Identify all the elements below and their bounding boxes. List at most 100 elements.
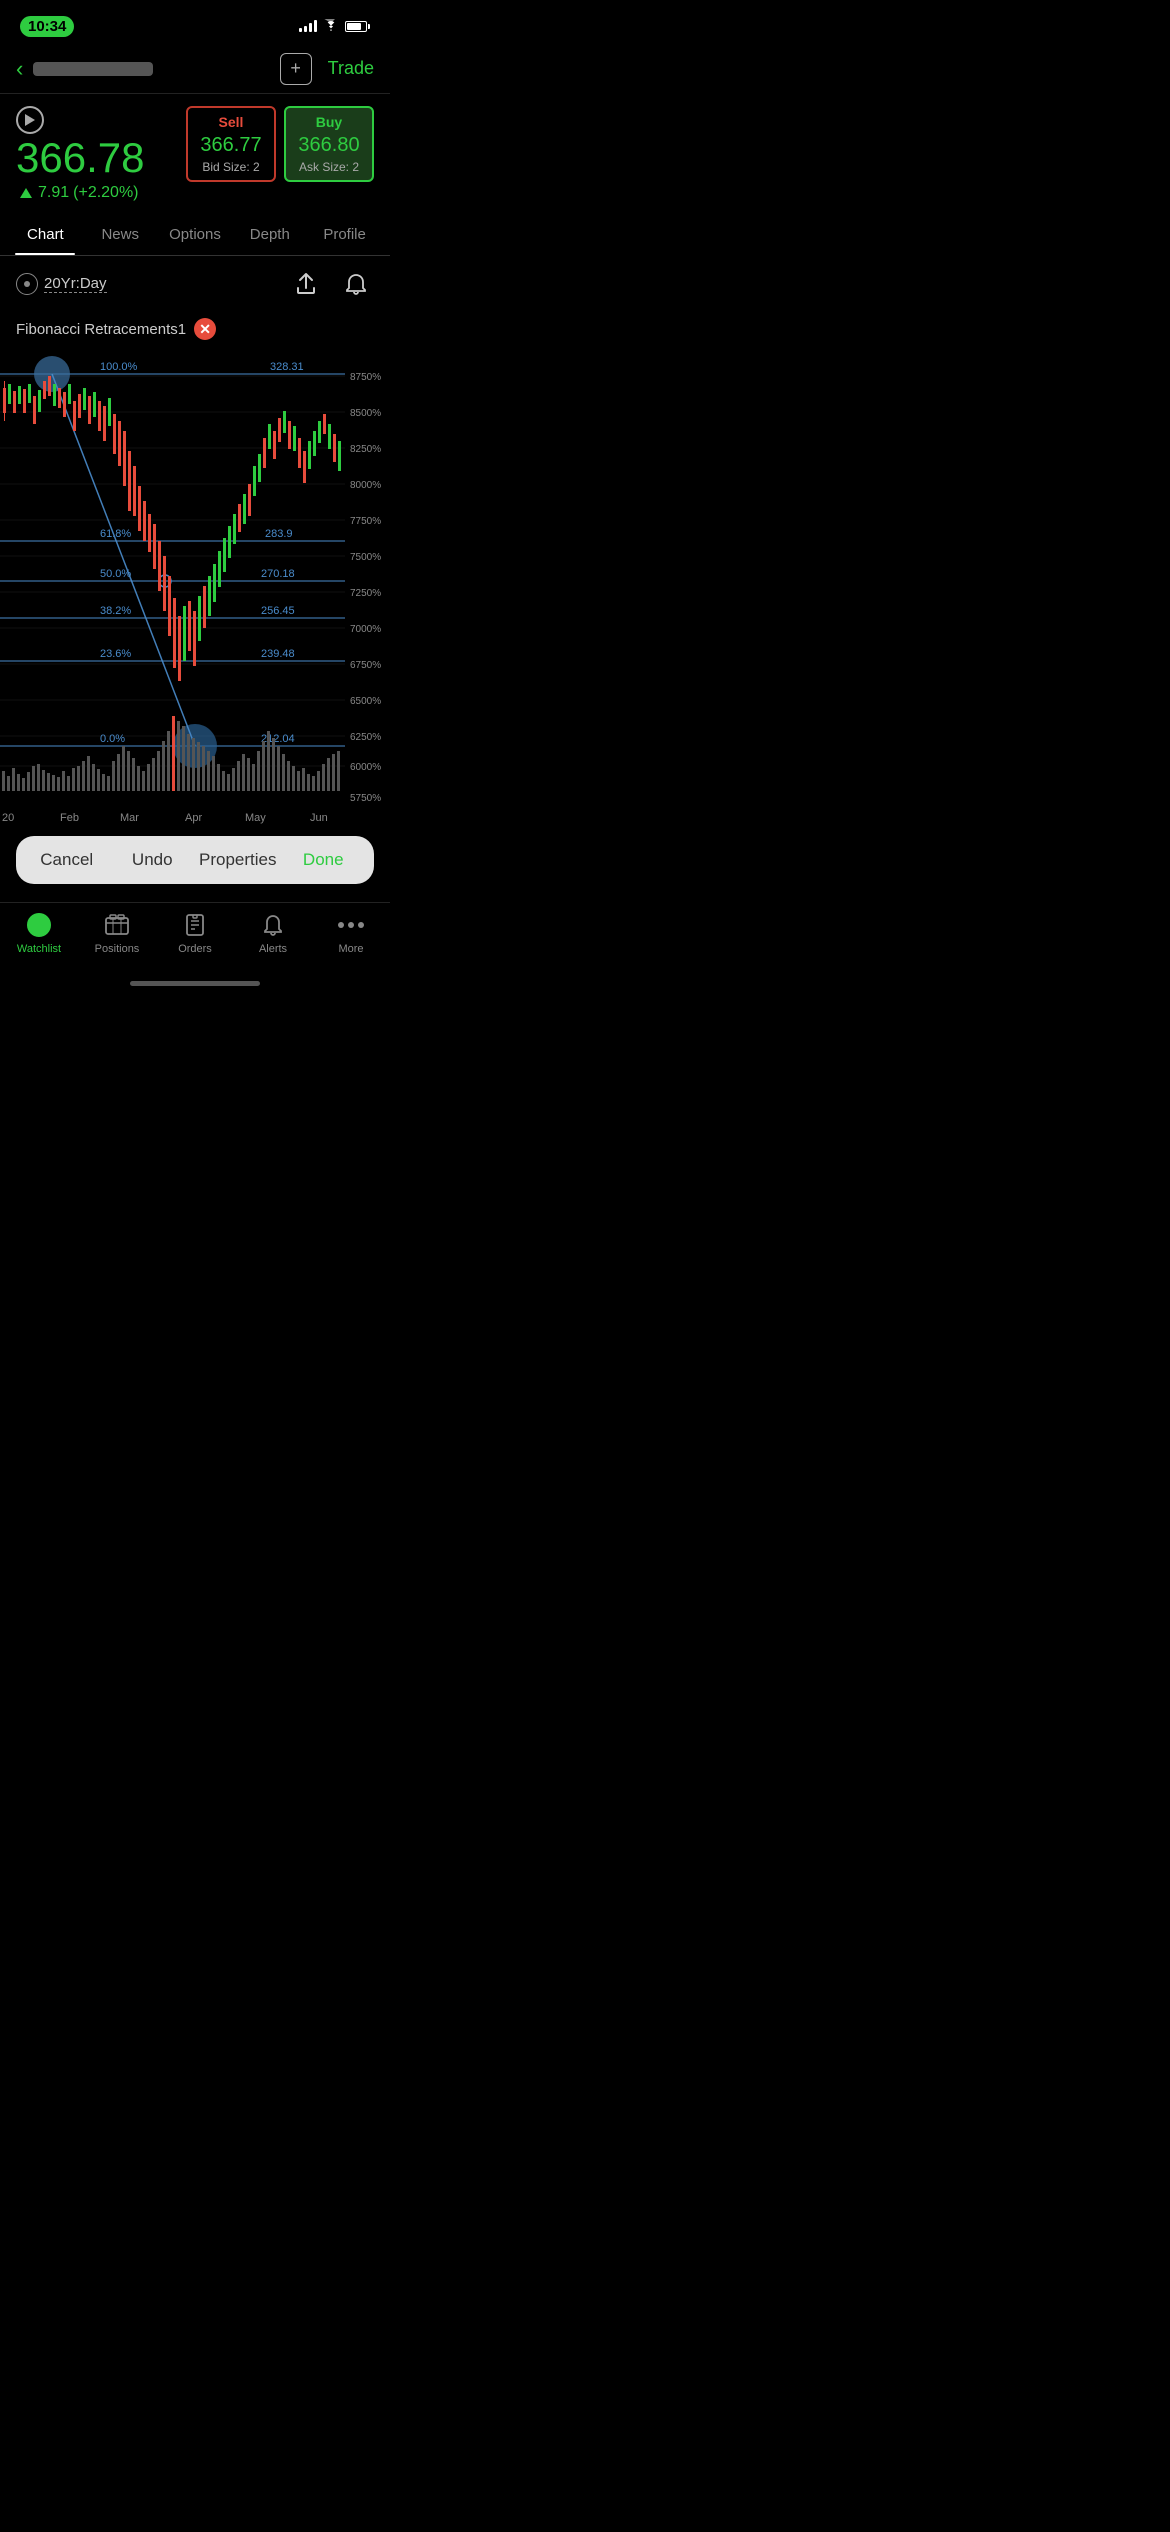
svg-text:256.45: 256.45	[261, 605, 295, 617]
svg-text:Mar: Mar	[120, 812, 139, 824]
price-right: Sell 366.77 Bid Size: 2 Buy 366.80 Ask S…	[186, 106, 374, 182]
price-left: 366.78 7.91 (+2.20%)	[16, 106, 174, 202]
svg-text:283.9: 283.9	[265, 528, 293, 540]
svg-text:6750%: 6750%	[350, 660, 381, 671]
sell-price: 366.77	[200, 134, 262, 157]
alerts-label: Alerts	[259, 943, 287, 955]
svg-text:0.0%: 0.0%	[100, 733, 125, 745]
period-icon	[16, 273, 38, 295]
ticker-name	[33, 62, 153, 76]
nav-orders[interactable]: Orders	[156, 911, 234, 955]
trade-button[interactable]: Trade	[328, 58, 374, 79]
period-label: 20Yr:Day	[44, 275, 107, 293]
main-price: 366.78	[16, 134, 144, 181]
buy-price: 366.80	[298, 134, 360, 157]
price-section: 366.78 7.91 (+2.20%) Sell 366.77 Bid Siz…	[0, 94, 390, 214]
tab-chart[interactable]: Chart	[8, 214, 83, 255]
cancel-button[interactable]: Cancel	[24, 846, 110, 874]
chart-actions	[288, 266, 374, 302]
svg-text:20: 20	[2, 812, 14, 824]
chart-svg: 8750% 8500% 8250% 8000% 7750% 7500% 7250…	[0, 346, 390, 826]
more-icon	[337, 911, 365, 939]
positions-label: Positions	[95, 943, 140, 955]
status-time: 10:34	[20, 16, 74, 37]
svg-text:212.04: 212.04	[261, 733, 295, 745]
orders-label: Orders	[178, 943, 212, 955]
chart-area[interactable]: 8750% 8500% 8250% 8000% 7750% 7500% 7250…	[0, 346, 390, 826]
chart-header: 20Yr:Day	[0, 256, 390, 312]
svg-text:Feb: Feb	[60, 812, 79, 824]
orders-icon	[181, 911, 209, 939]
svg-text:270.18: 270.18	[261, 568, 295, 580]
tab-options[interactable]: Options	[158, 214, 233, 255]
svg-text:328.31: 328.31	[270, 361, 304, 373]
properties-button[interactable]: Properties	[195, 846, 281, 874]
home-indicator	[0, 975, 390, 990]
svg-text:6000%: 6000%	[350, 762, 381, 773]
bottom-toolbar-container: Cancel Undo Properties Done	[0, 826, 390, 894]
nav-alerts[interactable]: Alerts	[234, 911, 312, 955]
svg-text:7750%: 7750%	[350, 516, 381, 527]
battery-icon	[345, 21, 370, 32]
tab-depth[interactable]: Depth	[232, 214, 307, 255]
watchlist-label: Watchlist	[17, 943, 61, 955]
positions-icon	[103, 911, 131, 939]
svg-text:7000%: 7000%	[350, 624, 381, 635]
svg-text:23.6%: 23.6%	[100, 648, 131, 660]
svg-text:7500%: 7500%	[350, 552, 381, 563]
change-amount: 7.91	[38, 184, 69, 202]
change-pct: (+2.20%)	[73, 184, 138, 202]
play-button[interactable]	[16, 106, 44, 134]
svg-text:8750%: 8750%	[350, 372, 381, 383]
svg-text:7250%: 7250%	[350, 588, 381, 599]
alert-button[interactable]	[338, 266, 374, 302]
more-label: More	[338, 943, 363, 955]
svg-text:6250%: 6250%	[350, 732, 381, 743]
svg-text:239.48: 239.48	[261, 648, 295, 660]
svg-text:6500%: 6500%	[350, 696, 381, 707]
svg-text:Apr: Apr	[185, 812, 202, 824]
bottom-nav: Watchlist Positions Orders	[0, 902, 390, 975]
svg-text:May: May	[245, 812, 266, 824]
buy-box[interactable]: Buy 366.80 Ask Size: 2	[284, 106, 374, 182]
add-to-watchlist-button[interactable]: +	[280, 53, 312, 85]
back-button[interactable]: ‹	[16, 56, 23, 82]
ticker-info	[33, 62, 279, 76]
sell-label: Sell	[200, 114, 262, 130]
sell-bid-size: Bid Size: 2	[200, 160, 262, 174]
tab-news[interactable]: News	[83, 214, 158, 255]
svg-text:38.2%: 38.2%	[100, 605, 131, 617]
up-arrow-icon	[20, 188, 32, 198]
svg-text:Jun: Jun	[310, 812, 328, 824]
status-bar: 10:34	[0, 0, 390, 44]
fib-close-button[interactable]: ✕	[194, 318, 216, 340]
svg-text:8000%: 8000%	[350, 480, 381, 491]
buy-ask-size: Ask Size: 2	[298, 160, 360, 174]
home-bar	[130, 981, 260, 986]
sell-box[interactable]: Sell 366.77 Bid Size: 2	[186, 106, 276, 182]
svg-text:8250%: 8250%	[350, 444, 381, 455]
status-icons	[299, 19, 370, 34]
svg-text:8500%: 8500%	[350, 408, 381, 419]
tab-profile[interactable]: Profile	[307, 214, 382, 255]
buy-label: Buy	[298, 114, 360, 130]
fib-label: Fibonacci Retracements1 ✕	[0, 312, 390, 346]
nav-positions[interactable]: Positions	[78, 911, 156, 955]
nav-watchlist[interactable]: Watchlist	[0, 911, 78, 955]
more-dots	[338, 922, 364, 928]
bottom-toolbar: Cancel Undo Properties Done	[16, 836, 374, 884]
svg-text:100.0%: 100.0%	[100, 361, 138, 373]
undo-button[interactable]: Undo	[110, 846, 196, 874]
chart-period[interactable]: 20Yr:Day	[16, 273, 107, 295]
price-change: 7.91 (+2.20%)	[16, 184, 174, 202]
wifi-icon	[323, 19, 339, 34]
header: ‹ + Trade	[0, 44, 390, 94]
tabs: Chart News Options Depth Profile	[0, 214, 390, 256]
share-button[interactable]	[288, 266, 324, 302]
watchlist-icon	[25, 911, 53, 939]
nav-more[interactable]: More	[312, 911, 390, 955]
signal-icon	[299, 20, 317, 32]
done-button[interactable]: Done	[281, 846, 367, 874]
fib-title: Fibonacci Retracements1	[16, 321, 186, 338]
svg-text:5750%: 5750%	[350, 793, 381, 804]
